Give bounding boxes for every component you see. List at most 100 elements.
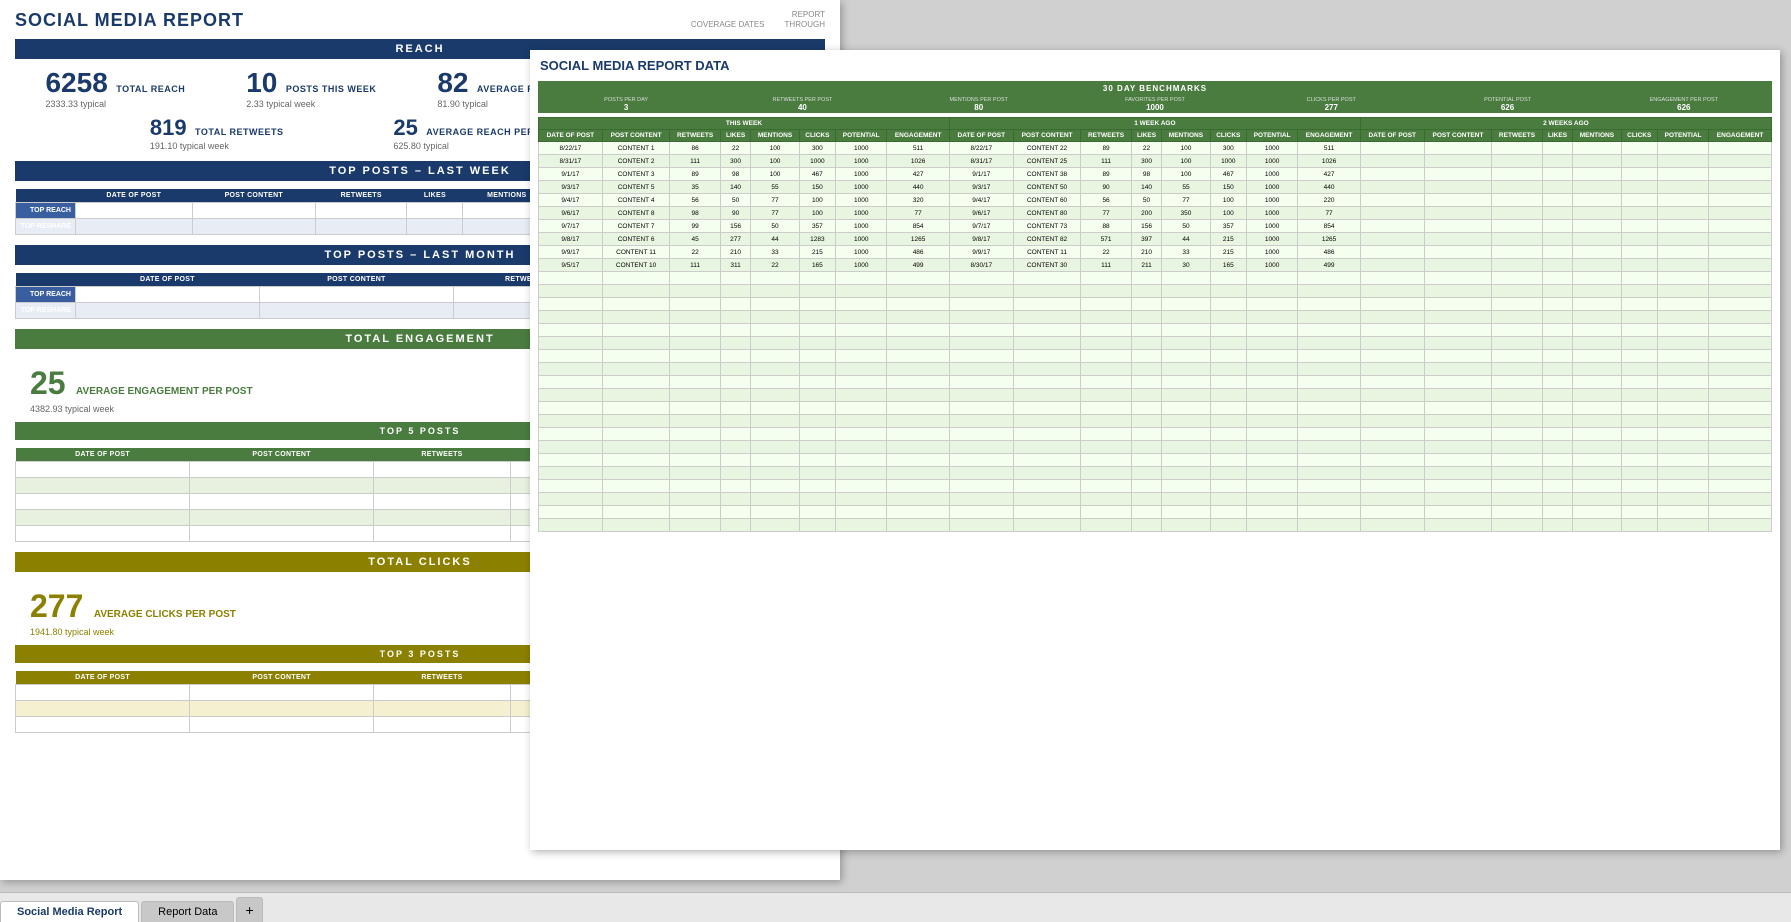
td (1573, 493, 1621, 506)
tab-report-data[interactable]: Report Data (141, 901, 234, 922)
td (76, 303, 260, 319)
td (751, 285, 799, 298)
td (602, 467, 670, 480)
td (1131, 441, 1162, 454)
td (949, 285, 1013, 298)
td (374, 462, 511, 478)
td (1210, 350, 1246, 363)
td: 215 (1210, 233, 1246, 246)
td (1424, 220, 1492, 233)
td (1492, 350, 1542, 363)
td (949, 350, 1013, 363)
td (1492, 467, 1542, 480)
td: 1000 (1247, 194, 1298, 207)
td (949, 363, 1013, 376)
td (949, 441, 1013, 454)
td: CONTENT 73 (1013, 220, 1081, 233)
th-rt-w2: RETWEETS (1492, 130, 1542, 142)
td: CONTENT 82 (1013, 233, 1081, 246)
td (1621, 194, 1657, 207)
table-row (539, 311, 1772, 324)
td (949, 415, 1013, 428)
td (1013, 454, 1081, 467)
td: 111 (1081, 155, 1131, 168)
td (16, 510, 190, 526)
td (374, 510, 511, 526)
td: 9/7/17 (539, 220, 603, 233)
td (602, 298, 670, 311)
data-sheet-title: SOCIAL MEDIA REPORT DATA (530, 50, 1780, 81)
td (1081, 441, 1131, 454)
td: 1000 (836, 142, 887, 155)
td: 89 (1081, 142, 1131, 155)
td (720, 493, 751, 506)
td: CONTENT 11 (1013, 246, 1081, 259)
td (1081, 454, 1131, 467)
td (670, 376, 720, 389)
td (1657, 350, 1708, 363)
td (1573, 220, 1621, 233)
td (1247, 454, 1298, 467)
td (1621, 324, 1657, 337)
td: 100 (1162, 142, 1210, 155)
td (1247, 415, 1298, 428)
td (76, 287, 260, 303)
td (751, 311, 799, 324)
td (315, 203, 407, 219)
table-row (539, 441, 1772, 454)
td (1162, 376, 1210, 389)
td: 100 (1210, 207, 1246, 220)
td: 55 (1162, 181, 1210, 194)
td (602, 454, 670, 467)
tab-add-button[interactable]: + (236, 897, 262, 922)
td (836, 350, 887, 363)
td (1657, 181, 1708, 194)
td: 215 (799, 246, 835, 259)
td: 45 (670, 233, 720, 246)
td (374, 685, 511, 701)
td (1573, 506, 1621, 519)
td (1573, 402, 1621, 415)
total-reach-block: 6258 TOTAL REACH 2333.33 typical (45, 67, 185, 109)
td (1492, 337, 1542, 350)
td: 1026 (887, 155, 950, 168)
td: 111 (1081, 259, 1131, 272)
td (1360, 467, 1424, 480)
td (670, 441, 720, 454)
table-row (539, 519, 1772, 532)
td (1298, 324, 1361, 337)
td (602, 428, 670, 441)
td (1657, 415, 1708, 428)
table-row (539, 402, 1772, 415)
td: 1283 (799, 233, 835, 246)
td (1013, 324, 1081, 337)
tab-social-media-report[interactable]: Social Media Report (0, 901, 139, 922)
td: 150 (799, 181, 835, 194)
td (1542, 337, 1573, 350)
td (1360, 246, 1424, 259)
td (887, 285, 950, 298)
td (1492, 194, 1542, 207)
td (799, 298, 835, 311)
td (1492, 402, 1542, 415)
td (1162, 480, 1210, 493)
td (887, 493, 950, 506)
td: 277 (720, 233, 751, 246)
td (1162, 441, 1210, 454)
td (374, 717, 511, 733)
td (1657, 428, 1708, 441)
td (602, 337, 670, 350)
td: CONTENT 30 (1013, 259, 1081, 272)
td (76, 203, 193, 219)
td: 511 (1298, 142, 1361, 155)
td: 1000 (1247, 207, 1298, 220)
eng-label: AVERAGE ENGAGEMENT PER POST (76, 386, 253, 397)
avg-reach-value: 25 (393, 115, 417, 140)
td (887, 506, 950, 519)
td (1424, 272, 1492, 285)
td (602, 402, 670, 415)
td (374, 526, 511, 542)
td: 1000 (836, 233, 887, 246)
td (1247, 467, 1298, 480)
td (720, 480, 751, 493)
